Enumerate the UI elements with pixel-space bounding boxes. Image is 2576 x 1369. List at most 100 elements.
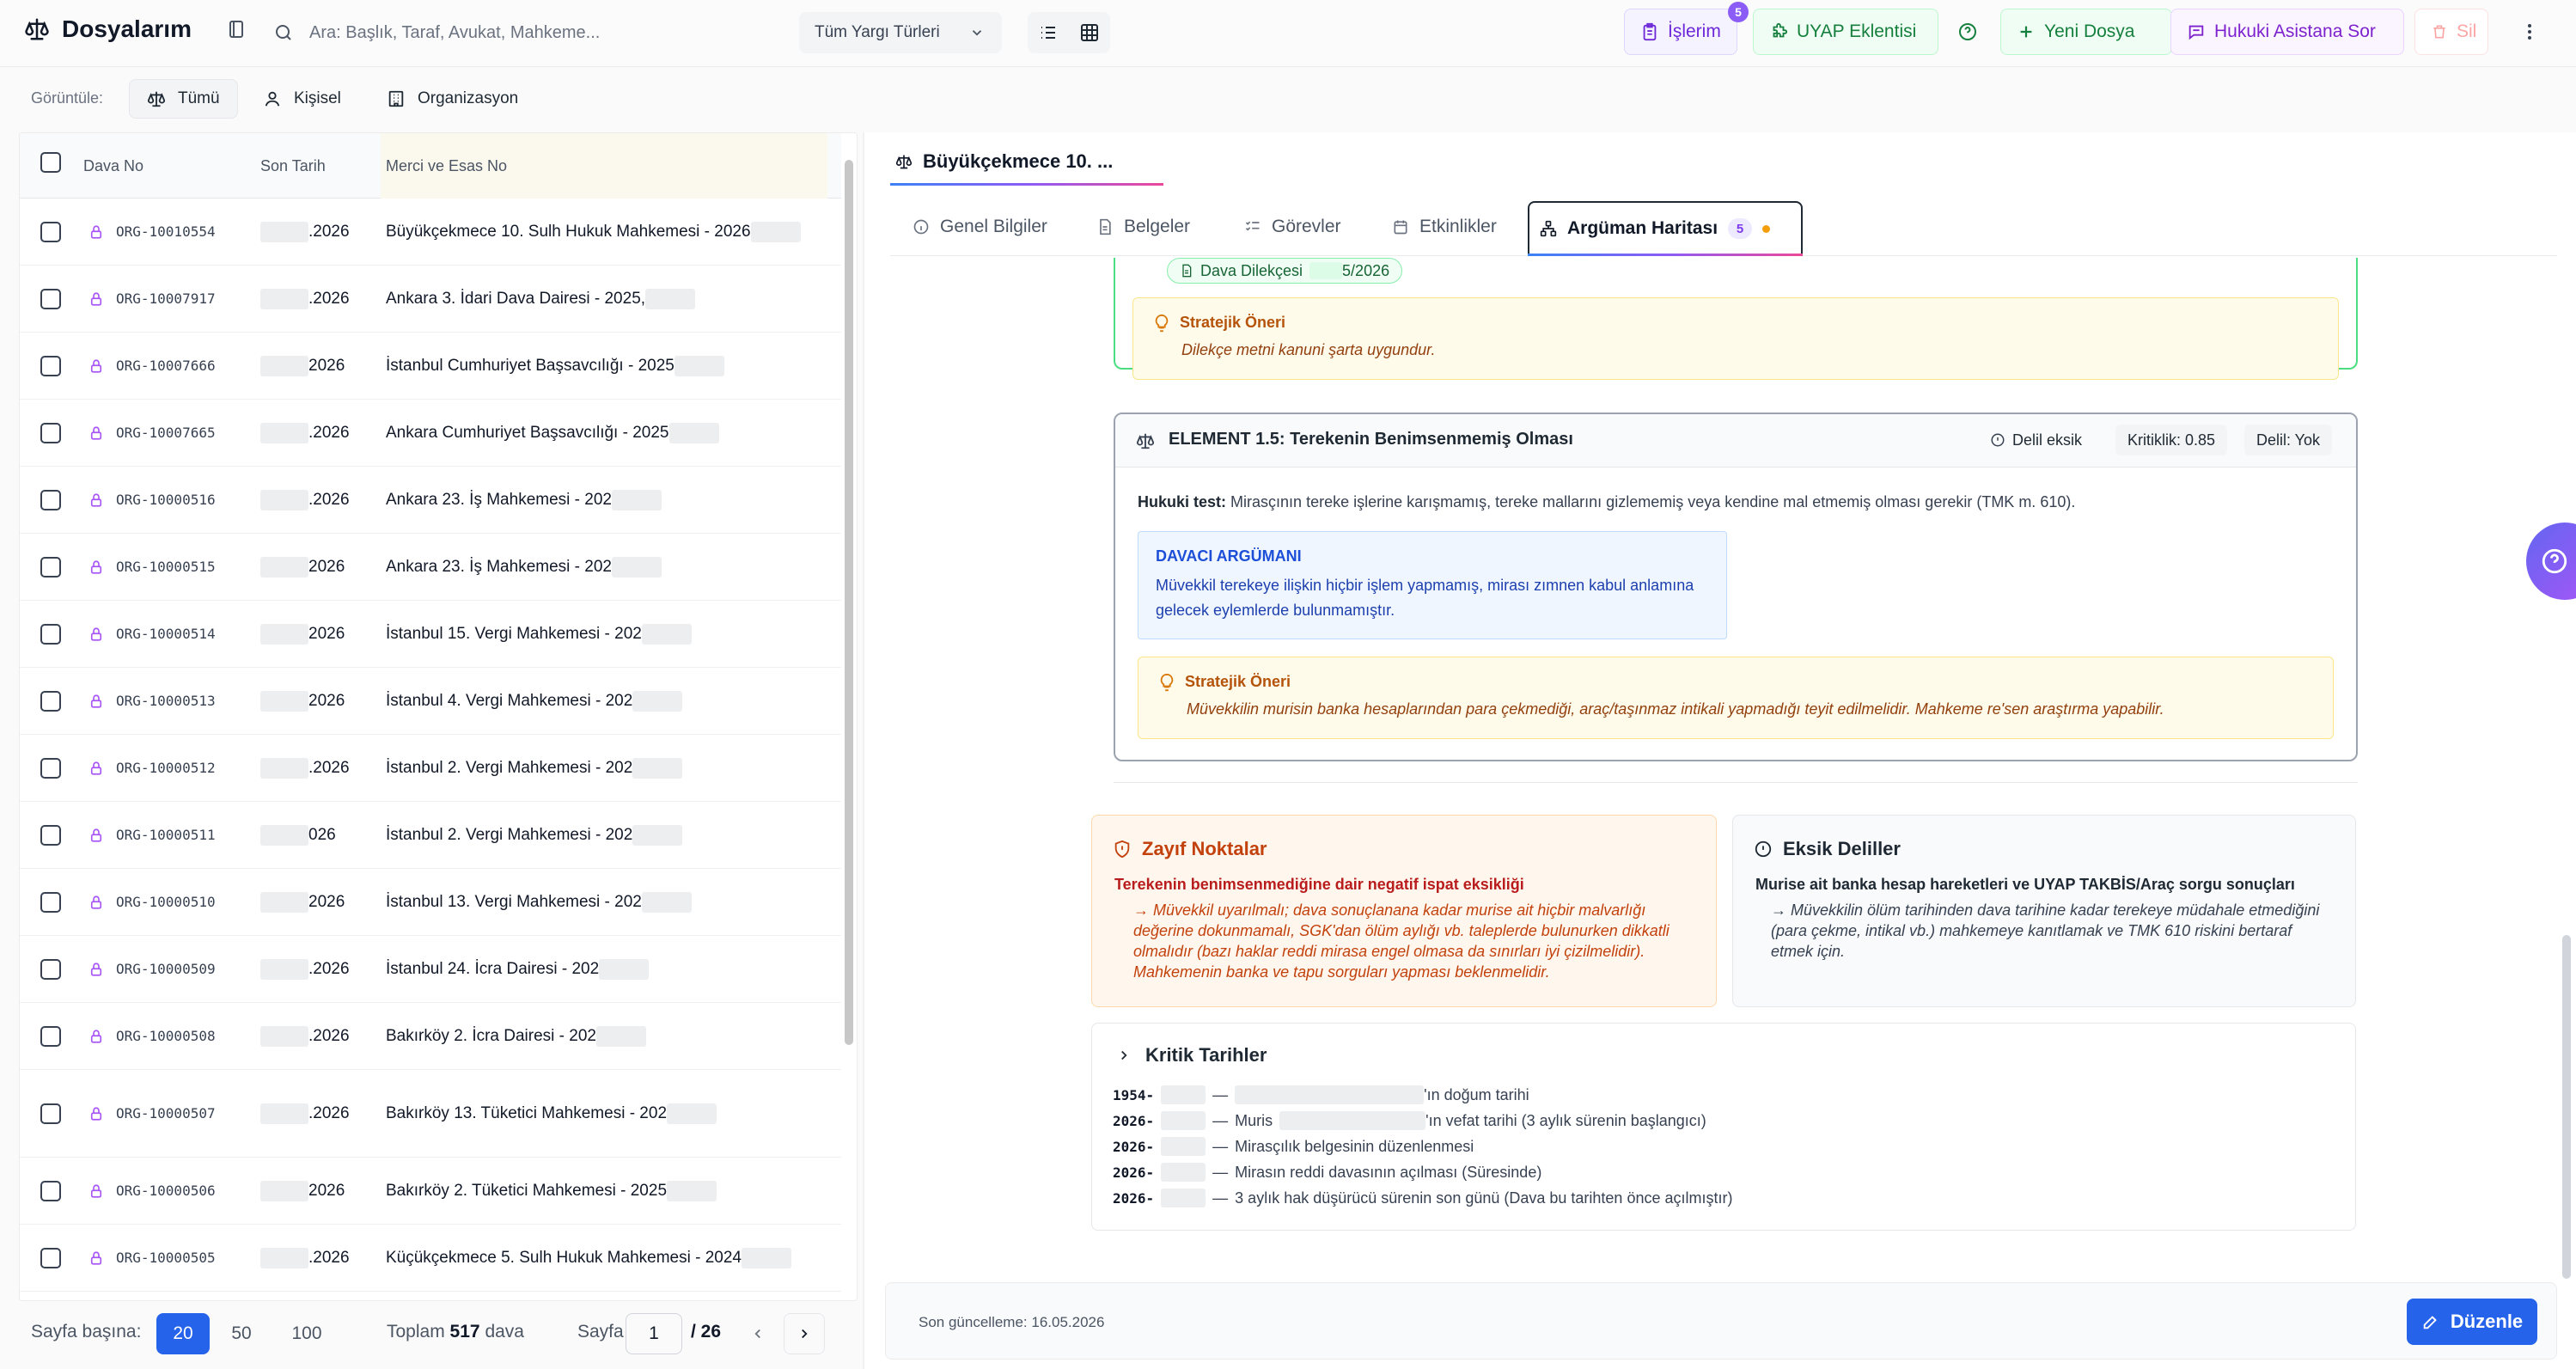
- row-checkbox[interactable]: [40, 892, 61, 913]
- deadline-value: 2026: [308, 357, 345, 376]
- tab-tasks[interactable]: Görevler: [1234, 203, 1352, 251]
- delete-label: Sil: [2457, 21, 2477, 41]
- tab-argument-map-label: Argüman Haritası: [1567, 218, 1718, 238]
- row-checkbox[interactable]: [40, 1248, 61, 1268]
- next-page-button[interactable]: [784, 1313, 825, 1354]
- delete-button[interactable]: Sil: [2414, 9, 2488, 55]
- table-row[interactable]: ORG-10007665 .2026 Ankara Cumhuriyet Başsa…: [20, 400, 841, 467]
- row-checkbox[interactable]: [40, 1026, 61, 1047]
- lock-icon: [89, 1105, 104, 1122]
- table-row[interactable]: ORG-10000511 026 İstanbul 2. Vergi Mahkeme…: [20, 802, 841, 869]
- column-header-court[interactable]: Merci ve Esas No: [386, 157, 507, 175]
- row-checkbox[interactable]: [40, 222, 61, 242]
- lock-icon: [89, 559, 104, 576]
- tab-general-info[interactable]: Genel Bilgiler: [902, 203, 1058, 251]
- page-size-50[interactable]: 50: [215, 1313, 268, 1354]
- filter-personal[interactable]: Kişisel: [246, 79, 358, 119]
- grid-view-icon[interactable]: [1079, 22, 1100, 43]
- missing-evidence-title: Eksik Deliller: [1783, 838, 1901, 859]
- row-checkbox[interactable]: [40, 557, 61, 578]
- table-row[interactable]: ORG-10000512 .2026 İstanbul 2. Vergi Mahke…: [20, 735, 841, 802]
- lock-icon: [89, 961, 104, 978]
- column-header-case-no[interactable]: Dava No: [83, 157, 143, 175]
- court-name: Bakırköy 2. İcra Dairesi - 202: [386, 1027, 596, 1046]
- table-row[interactable]: ORG-10000514 2026 İstanbul 15. Vergi Mahke…: [20, 601, 841, 668]
- court-and-case-no: İstanbul 15. Vergi Mahkemesi - 202: [386, 624, 692, 645]
- critical-dates-title[interactable]: Kritik Tarihler: [1145, 1044, 1267, 1066]
- court-name: Ankara Cumhuriyet Başsavcılığı - 2025: [386, 424, 669, 443]
- table-row[interactable]: ORG-10000510 2026 İstanbul 13. Vergi Mahke…: [20, 869, 841, 936]
- page-number-input[interactable]: 1: [626, 1313, 682, 1354]
- row-checkbox[interactable]: [40, 1103, 61, 1124]
- row-checkbox[interactable]: [40, 289, 61, 309]
- row-checkbox[interactable]: [40, 959, 61, 980]
- puzzle-icon: [1769, 22, 1788, 41]
- row-checkbox[interactable]: [40, 1181, 61, 1201]
- legal-assistant-button[interactable]: Hukuki Asistana Sor: [2170, 9, 2404, 55]
- total-pages: / 26: [691, 1322, 722, 1341]
- table-row[interactable]: ORG-10007666 2026 İstanbul Cumhuriyet Başs…: [20, 333, 841, 400]
- table-row[interactable]: ORG-10010554 .2026 Büyükçekmece 10. Sulh H…: [20, 199, 841, 266]
- chevron-right-icon[interactable]: [1116, 1048, 1132, 1063]
- table-row[interactable]: ORG-10000515 2026 Ankara 23. İş Mahkemesi …: [20, 534, 841, 601]
- table-row[interactable]: ORG-10000506 2026 Bakırköy 2. Tüketici Mah…: [20, 1158, 841, 1225]
- court-and-case-no: İstanbul 13. Vergi Mahkemesi - 202: [386, 892, 692, 913]
- row-checkbox[interactable]: [40, 825, 61, 846]
- filter-organization[interactable]: Organizasyon: [369, 79, 535, 119]
- tab-documents[interactable]: Belgeler: [1086, 203, 1200, 251]
- help-button[interactable]: [1950, 9, 1985, 55]
- deadline: 2026: [260, 1181, 345, 1201]
- lock-icon: [89, 425, 104, 442]
- deadline: .2026: [260, 1248, 350, 1268]
- table-row[interactable]: ORG-10000507 .2026 Bakırköy 13. Tüketici M…: [20, 1070, 841, 1158]
- row-checkbox[interactable]: [40, 490, 61, 510]
- case-list-scroll-thumb[interactable]: [845, 160, 853, 1045]
- more-menu-button[interactable]: [2514, 9, 2545, 55]
- open-case-tab[interactable]: Büyükçekmece 10. ...: [890, 139, 1163, 186]
- edit-button[interactable]: Düzenle: [2407, 1299, 2537, 1345]
- strategy-suggestion-2: Stratejik Öneri Müvekkilin murisin banka…: [1138, 657, 2334, 739]
- case-number: ORG-10007665: [116, 425, 216, 441]
- table-row[interactable]: ORG-10000516 .2026 Ankara 23. İş Mahkemesi…: [20, 467, 841, 534]
- lock-icon: [89, 1028, 104, 1045]
- row-checkbox[interactable]: [40, 691, 61, 712]
- tab-events[interactable]: Etkinlikler: [1382, 203, 1507, 251]
- search-input[interactable]: [309, 22, 756, 43]
- jurisdiction-select[interactable]: Tüm Yargı Türleri: [799, 12, 1002, 53]
- table-row[interactable]: ORG-10000505 .2026 Küçükçekmece 5. Sulh Hu…: [20, 1225, 841, 1292]
- row-checkbox[interactable]: [40, 423, 61, 443]
- date-year: 2026-: [1113, 1164, 1155, 1181]
- select-all-checkbox[interactable]: [40, 152, 61, 173]
- court-and-case-no: İstanbul 24. İcra Dairesi - 202: [386, 959, 650, 980]
- court-and-case-no: Bakırköy 13. Tüketici Mahkemesi - 202: [386, 1103, 717, 1124]
- uyap-extension-button[interactable]: UYAP Eklentisi: [1753, 9, 1938, 55]
- case-number: ORG-10010554: [116, 223, 216, 240]
- deadline: 2026: [260, 892, 345, 913]
- network-icon: [1540, 220, 1557, 237]
- user-icon: [263, 89, 282, 108]
- tasks-button[interactable]: İşlerim: [1624, 9, 1737, 55]
- row-checkbox[interactable]: [40, 758, 61, 779]
- tab-argument-map[interactable]: Argüman Haritası 5: [1528, 201, 1803, 256]
- source-document-chip[interactable]: Dava Dilekçesi 5/2026: [1167, 258, 1403, 284]
- table-row[interactable]: ORG-10000509 .2026 İstanbul 24. İcra Daire…: [20, 936, 841, 1003]
- page-size-100[interactable]: 100: [280, 1313, 333, 1354]
- table-row[interactable]: ORG-10000513 2026 İstanbul 4. Vergi Mahkem…: [20, 668, 841, 735]
- table-row[interactable]: ORG-10007917 .2026 Ankara 3. İdari Dava Da…: [20, 266, 841, 333]
- table-row[interactable]: ORG-10000508 .2026 Bakırköy 2. İcra Daires…: [20, 1003, 841, 1070]
- column-header-deadline[interactable]: Son Tarih: [260, 157, 326, 175]
- strategy-title: Stratejik Öneri: [1185, 673, 1291, 690]
- collapse-sidebar-icon[interactable]: [226, 19, 247, 40]
- detail-scrollbar[interactable]: [2562, 935, 2571, 1279]
- weak-points-card: Zayıf Noktalar Terekenin benimsenmediğin…: [1091, 815, 1717, 1007]
- edit-icon: [2421, 1312, 2440, 1331]
- filter-all[interactable]: Tümü: [129, 79, 238, 119]
- previous-page-button[interactable]: [737, 1313, 778, 1354]
- page-size-20[interactable]: 20: [156, 1313, 210, 1354]
- new-file-button[interactable]: Yeni Dosya: [2000, 9, 2172, 55]
- chevron-down-icon: [969, 25, 985, 40]
- row-checkbox[interactable]: [40, 624, 61, 645]
- list-view-icon[interactable]: [1038, 22, 1059, 43]
- row-checkbox[interactable]: [40, 356, 61, 376]
- missing-evidence-subtitle: Murise ait banka hesap hareketleri ve UY…: [1755, 876, 2295, 893]
